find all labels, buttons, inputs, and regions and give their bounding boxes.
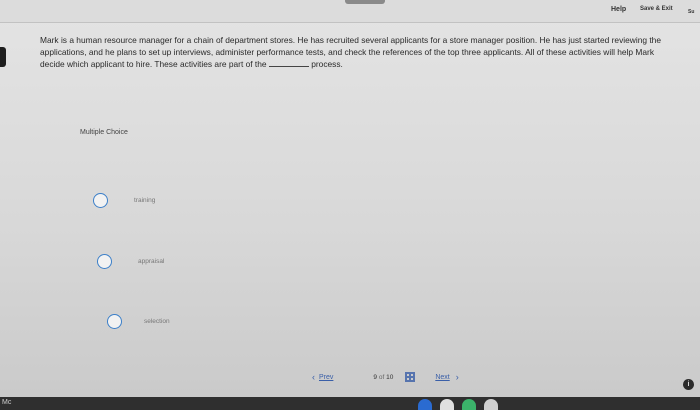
total-pages: 10 — [386, 373, 394, 381]
side-tab-marker[interactable] — [0, 47, 6, 67]
help-link[interactable]: Help — [611, 6, 626, 13]
question-part-2: process. — [311, 59, 343, 69]
page-indicator: 9 of 10 — [373, 374, 393, 381]
taskbar-label: Mc — [2, 399, 12, 406]
current-page: 9 — [373, 373, 378, 381]
taskbar — [0, 397, 700, 410]
top-tab-handle[interactable] — [345, 0, 385, 4]
answer-blank — [268, 58, 309, 67]
app-icon-white[interactable] — [440, 399, 454, 410]
submit-button[interactable]: Su — [688, 9, 694, 15]
top-toolbar: Help Save & Exit Su — [0, 0, 700, 22]
option-label: selection — [144, 318, 170, 325]
radio-button[interactable] — [97, 254, 112, 269]
app-icon-gray[interactable] — [484, 399, 498, 410]
save-exit-button[interactable]: Save & Exit — [640, 6, 673, 12]
option-label: training — [134, 197, 156, 204]
option-appraisal[interactable]: appraisal — [97, 254, 164, 269]
app-icon-green[interactable] — [462, 399, 476, 410]
chevron-left-icon[interactable]: ‹ — [312, 372, 315, 382]
question-type-label: Multiple Choice — [80, 129, 128, 136]
radio-button[interactable] — [107, 314, 122, 329]
question-part-1: Mark is a human resource manager for a c… — [40, 35, 661, 69]
option-selection[interactable]: selection — [107, 314, 170, 329]
info-icon[interactable]: i — [683, 379, 694, 390]
header-divider — [0, 22, 700, 23]
radio-button[interactable] — [93, 193, 108, 208]
app-icon-blue[interactable] — [418, 399, 432, 410]
of-label: of — [378, 373, 385, 381]
prev-button[interactable]: Prev — [319, 374, 333, 381]
question-text: Mark is a human resource manager for a c… — [40, 35, 680, 71]
option-training[interactable]: training — [93, 193, 155, 208]
grid-icon[interactable] — [405, 372, 416, 382]
next-button[interactable]: Next — [435, 374, 449, 381]
chevron-right-icon[interactable]: › — [456, 372, 459, 382]
pagination: ‹ Prev 9 of 10 Next › — [312, 372, 459, 382]
option-label: appraisal — [138, 258, 165, 265]
